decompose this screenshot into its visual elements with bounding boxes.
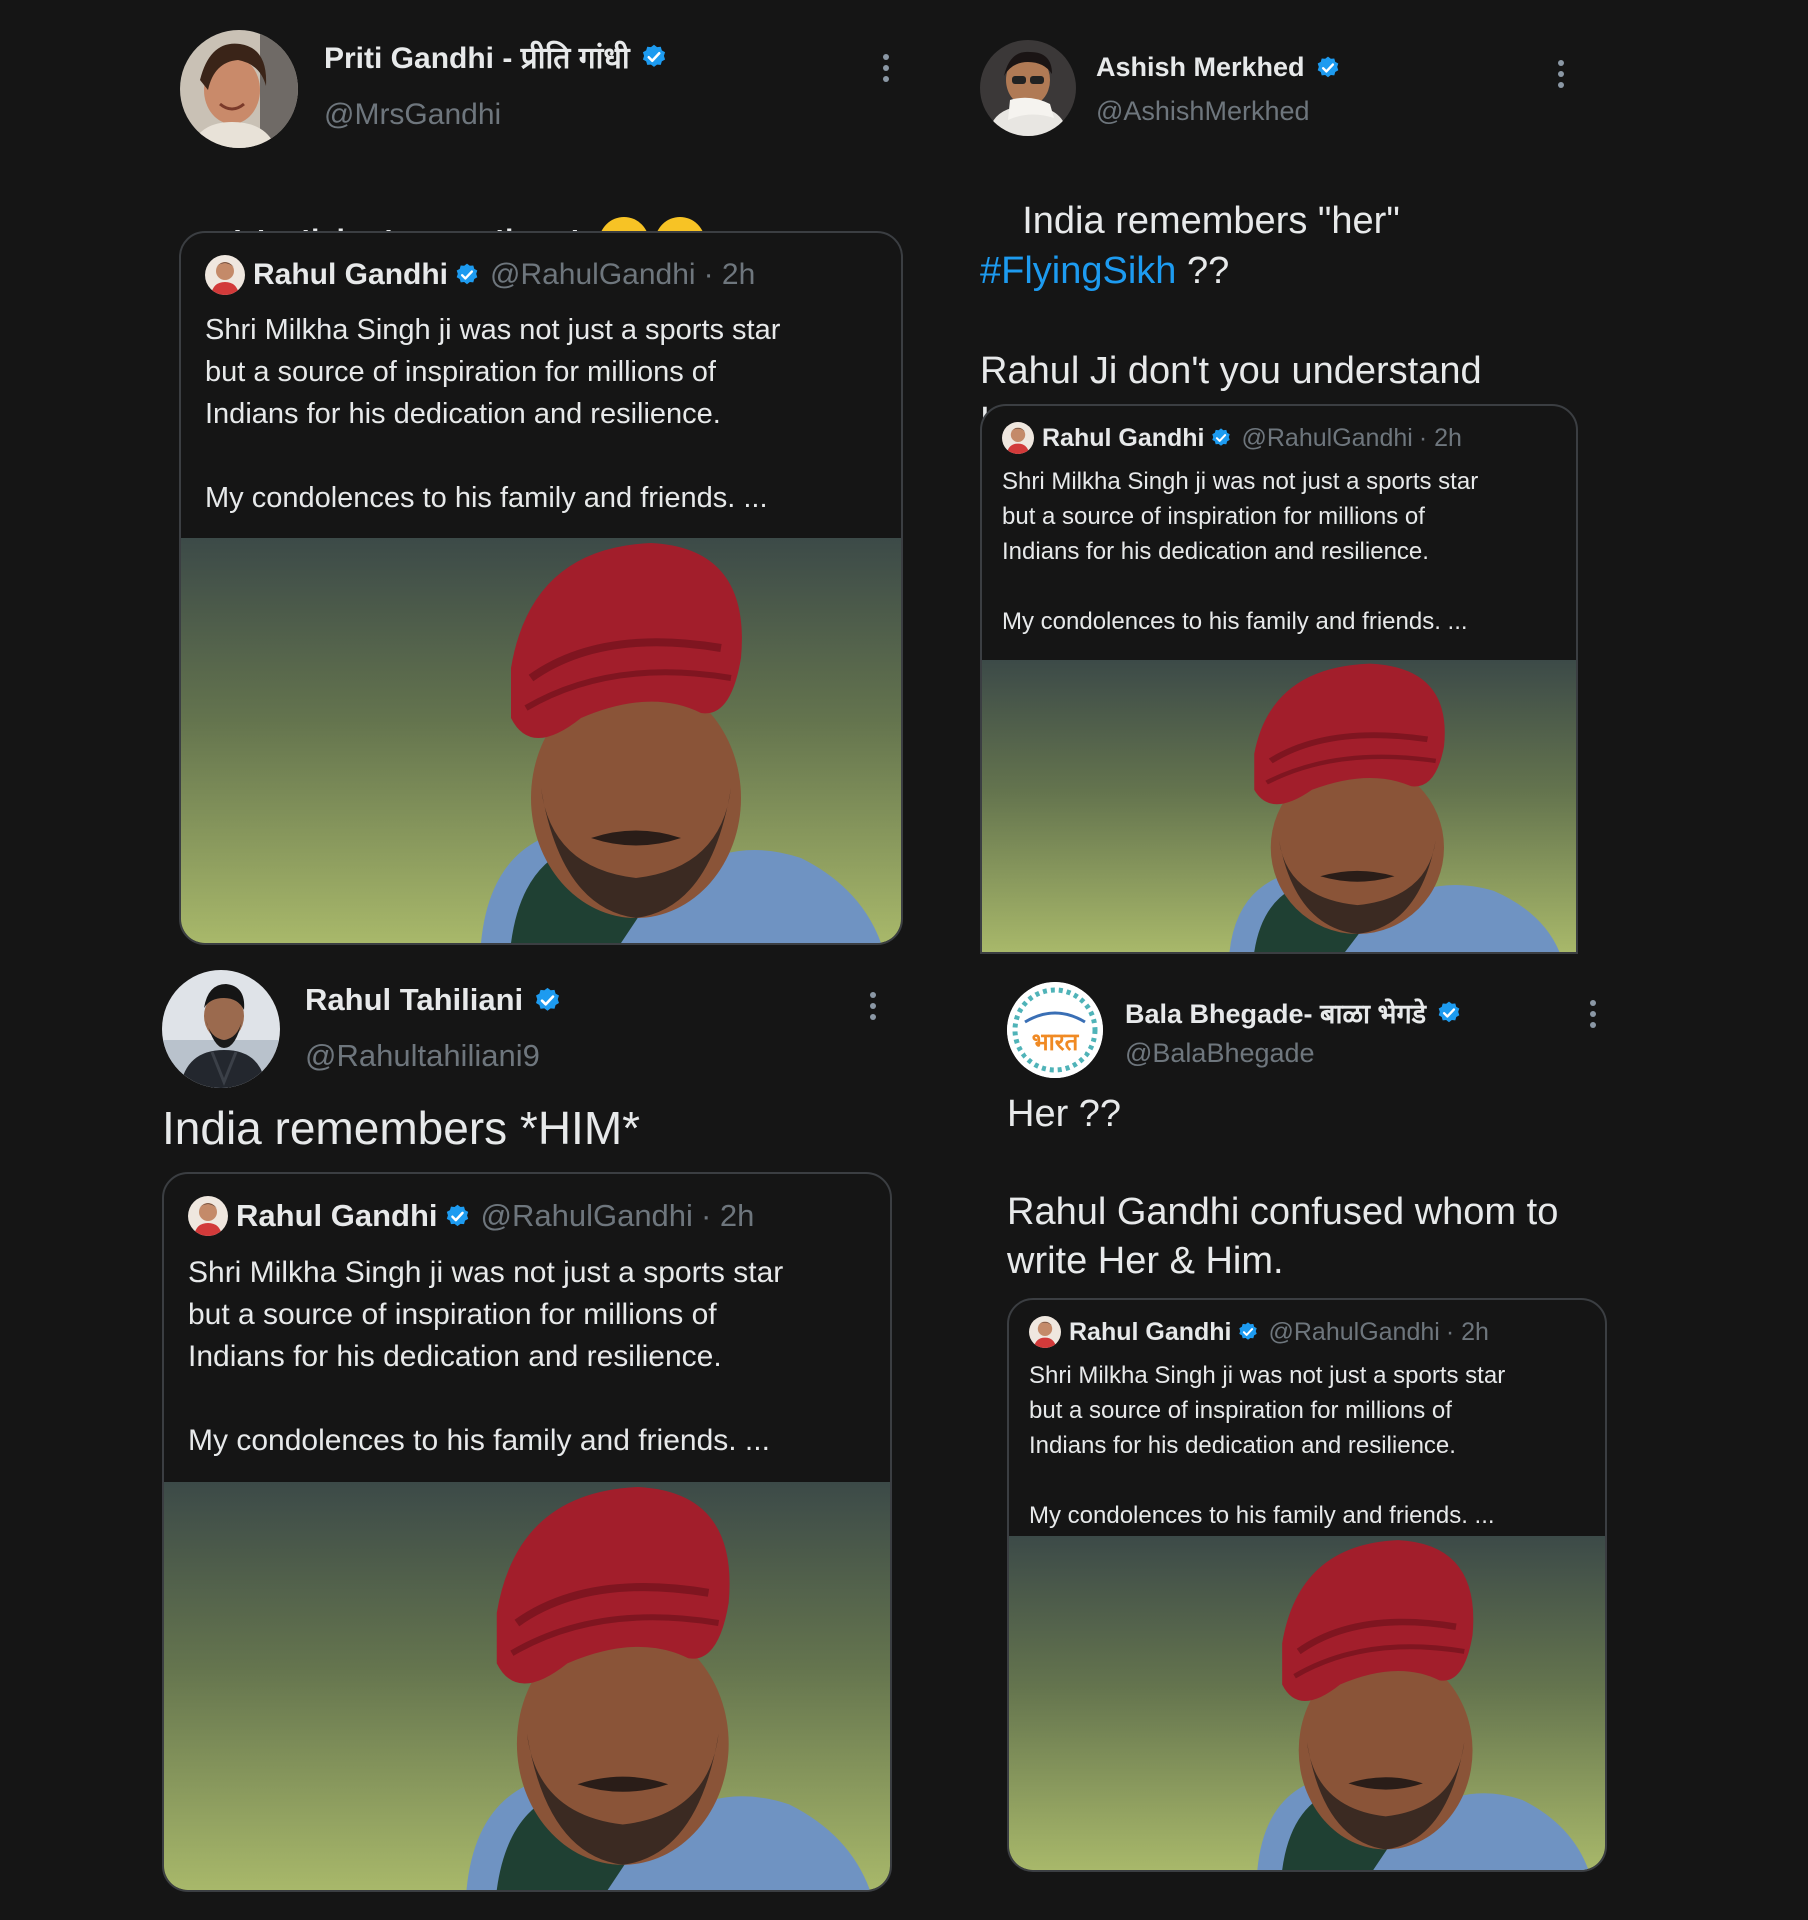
milkha-singh-photo[interactable] (181, 538, 901, 943)
verified-badge-icon (533, 986, 562, 1015)
user-handle[interactable]: @BalaBhegade (1125, 1038, 1315, 1069)
user-handle[interactable]: @Rahultahiliani9 (305, 1038, 540, 1074)
avatar-logo-text: भारत (1032, 1028, 1080, 1056)
display-name[interactable]: Bala Bhegade- बाळा भेगडे (1125, 994, 1426, 1031)
verified-badge-icon (1210, 427, 1232, 449)
milkha-singh-photo[interactable] (1009, 1536, 1605, 1870)
verified-badge-icon (1436, 1000, 1462, 1026)
quoted-avatar[interactable] (205, 255, 245, 295)
quoted-time: · 2h (700, 1198, 755, 1233)
more-options-icon[interactable] (880, 54, 892, 87)
quoted-display-name[interactable]: Rahul Gandhi (253, 258, 448, 292)
quoted-handle[interactable]: @RahulGandhi (481, 1198, 693, 1234)
quoted-avatar[interactable] (1029, 1316, 1061, 1348)
user-handle[interactable]: @AshishMerkhed (1096, 96, 1310, 127)
quoted-avatar[interactable] (188, 1196, 228, 1236)
quoted-avatar[interactable] (1002, 422, 1034, 454)
tweet-text-line1: India remembers "her" (1022, 200, 1400, 242)
tweet-priti-gandhi[interactable]: Priti Gandhi - प्रीति गांधी @MrsGandhi I… (179, 28, 910, 948)
avatar[interactable]: भारत (1007, 982, 1103, 1078)
quoted-tweet[interactable]: Rahul Gandhi @RahulGandhi · 2h Shri Milk… (980, 404, 1578, 954)
display-name[interactable]: Rahul Tahiliani (305, 982, 523, 1018)
quoted-text: Shri Milkha Singh ji was not just a spor… (188, 1256, 784, 1457)
tweet-text-after-hashtag: ?? (1176, 250, 1230, 292)
verified-badge-icon (1237, 1321, 1259, 1343)
hashtag-link[interactable]: #FlyingSikh (980, 250, 1176, 292)
quoted-time: · 2h (1418, 423, 1462, 452)
verified-badge-icon (640, 43, 668, 71)
verified-badge-icon (1315, 55, 1341, 81)
quoted-tweet[interactable]: Rahul Gandhi @RahulGandhi · 2h Shri Milk… (162, 1172, 892, 1892)
quoted-time: · 2h (703, 258, 756, 291)
quoted-handle[interactable]: @RahulGandhi (490, 258, 696, 292)
more-options-icon[interactable] (1555, 60, 1567, 93)
quoted-handle[interactable]: @RahulGandhi (1242, 424, 1413, 453)
avatar[interactable] (980, 40, 1076, 136)
more-options-icon[interactable] (867, 992, 879, 1025)
quoted-tweet[interactable]: Rahul Gandhi @RahulGandhi · 2h Shri Milk… (1007, 1298, 1607, 1872)
display-name[interactable]: Ashish Merkhed (1096, 52, 1305, 83)
more-options-icon[interactable] (1587, 1000, 1599, 1033)
tweet-ashish-merkhed[interactable]: Ashish Merkhed @AshishMerkhed India reme… (980, 40, 1580, 954)
tweet-rahul-tahiliani[interactable]: Rahul Tahiliani @Rahultahiliani9 India r… (162, 968, 902, 1892)
tweet-text: India remembers *HIM* (162, 1102, 641, 1154)
milkha-singh-photo[interactable] (164, 1482, 890, 1890)
quoted-display-name[interactable]: Rahul Gandhi (1069, 1318, 1232, 1347)
quoted-time: · 2h (1445, 1317, 1489, 1346)
tweet-text: Her ?? Rahul Gandhi confused whom to wri… (1007, 1093, 1559, 1282)
avatar[interactable] (180, 30, 298, 148)
verified-badge-icon (454, 262, 480, 288)
milkha-singh-photo[interactable] (982, 660, 1576, 952)
quoted-handle[interactable]: @RahulGandhi (1269, 1318, 1440, 1347)
avatar[interactable] (162, 970, 280, 1088)
verified-badge-icon (444, 1203, 471, 1230)
display-name[interactable]: Priti Gandhi - प्रीति गांधी (324, 36, 630, 77)
user-handle[interactable]: @MrsGandhi (324, 98, 501, 132)
quoted-text: Shri Milkha Singh ji was not just a spor… (205, 314, 781, 514)
quoted-text: Shri Milkha Singh ji was not just a spor… (1002, 468, 1479, 635)
quoted-display-name[interactable]: Rahul Gandhi (1042, 424, 1205, 453)
quoted-tweet[interactable]: Rahul Gandhi @RahulGandhi · 2h Shri Milk… (179, 231, 903, 945)
tweet-bala-bhegade[interactable]: भारत Bala Bhegade- बाळा भेगडे @BalaBhega… (1007, 980, 1617, 1892)
quoted-text: Shri Milkha Singh ji was not just a spor… (1029, 1362, 1506, 1529)
quoted-display-name[interactable]: Rahul Gandhi (236, 1198, 438, 1234)
